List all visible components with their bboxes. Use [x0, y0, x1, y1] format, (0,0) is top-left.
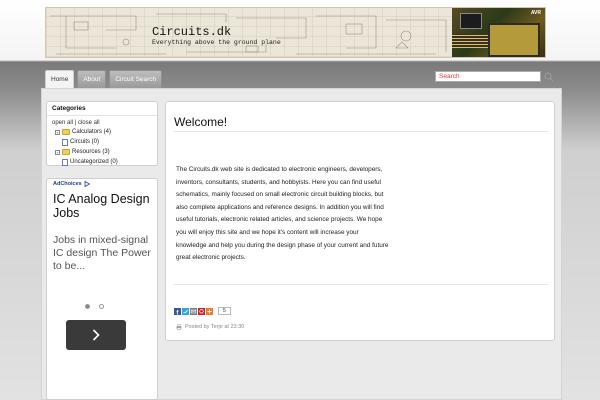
photo-bus	[452, 34, 488, 48]
ad-next-button[interactable]	[66, 320, 126, 350]
title-divider	[174, 131, 548, 132]
ad-widget[interactable]: AdChoices IC Analog Design Jobs Jobs in …	[46, 178, 158, 400]
site-tagline: Everything above the ground plane	[152, 39, 281, 46]
photo-logo: AVR	[530, 10, 541, 16]
close-all-link[interactable]: close all	[78, 120, 100, 126]
post-title[interactable]: Welcome!	[174, 115, 227, 129]
tab-home[interactable]: Home	[45, 70, 75, 88]
plus-icon[interactable]	[206, 307, 213, 315]
post-body: The Circuits.dk web site is dedicated to…	[176, 166, 389, 262]
tree-controls: open all | close all	[47, 116, 157, 127]
pinterest-icon[interactable]	[198, 307, 205, 315]
category-item-calculators[interactable]: + Calculators (4)	[55, 127, 157, 137]
category-label[interactable]: Uncategorized (0)	[70, 157, 118, 167]
email-icon[interactable]	[190, 307, 197, 315]
main-nav: Home About Circuit Search	[45, 70, 163, 88]
category-item-circuits[interactable]: Circuits (0)	[55, 137, 157, 147]
site-title[interactable]: Circuits.dk	[152, 25, 231, 39]
post-panel: Welcome! The Circuits.dk web site is ded…	[165, 101, 555, 341]
header-photo: AVR	[452, 8, 545, 57]
ad-title[interactable]: IC Analog Design Jobs	[47, 189, 157, 220]
twitter-icon[interactable]	[182, 307, 189, 315]
category-label[interactable]: Calculators (4)	[72, 127, 111, 137]
ad-pager	[85, 304, 104, 309]
ad-pager-dot-2[interactable]	[99, 304, 104, 309]
tab-about[interactable]: About	[77, 70, 107, 88]
ad-choices-icon[interactable]	[84, 181, 90, 187]
body-divider	[174, 284, 548, 285]
chevron-right-icon	[92, 329, 100, 341]
ad-pager-dot-1[interactable]	[85, 304, 90, 309]
category-list: + Calculators (4) Circuits (0) + Resourc…	[47, 127, 157, 167]
post-meta-text: Posted by Terje at 23:30	[185, 324, 245, 330]
ad-choices[interactable]: AdChoices	[47, 179, 157, 189]
folder-icon	[62, 129, 70, 135]
post-meta: Posted by Terje at 23:30	[176, 324, 244, 330]
search-input[interactable]	[435, 71, 541, 82]
expand-toggle-icon[interactable]: +	[55, 129, 60, 135]
category-label[interactable]: Resources (3)	[72, 147, 110, 157]
share-bar: f 5	[174, 307, 231, 315]
photo-chip-small	[460, 13, 482, 29]
expand-toggle-icon[interactable]: +	[55, 149, 60, 155]
printer-icon[interactable]	[176, 324, 182, 330]
header-banner[interactable]: Circuits.dk Everything above the ground …	[45, 7, 546, 58]
category-label[interactable]: Circuits (0)	[70, 137, 99, 147]
open-all-link[interactable]: open all	[52, 120, 73, 126]
content-wrapper: Categories open all | close all + Calcul…	[41, 88, 562, 400]
category-item-resources[interactable]: + Resources (3)	[55, 147, 157, 157]
facebook-icon[interactable]: f	[174, 307, 181, 315]
share-count: 5	[218, 307, 231, 315]
search-icon[interactable]	[544, 72, 554, 82]
category-item-uncategorized[interactable]: Uncategorized (0)	[55, 157, 157, 167]
document-icon	[62, 138, 68, 146]
categories-title: Categories	[47, 102, 157, 116]
folder-icon	[62, 149, 70, 155]
categories-widget: Categories open all | close all + Calcul…	[46, 101, 158, 166]
document-icon	[62, 158, 68, 166]
tab-circuit-search[interactable]: Circuit Search	[109, 70, 163, 88]
ad-text[interactable]: Jobs in mixed-signal IC design The Power…	[47, 220, 157, 273]
schematic-background	[50, 13, 447, 55]
photo-chip	[488, 23, 540, 57]
ad-choices-label[interactable]: AdChoices	[53, 181, 82, 187]
tree-separator: |	[74, 120, 77, 126]
